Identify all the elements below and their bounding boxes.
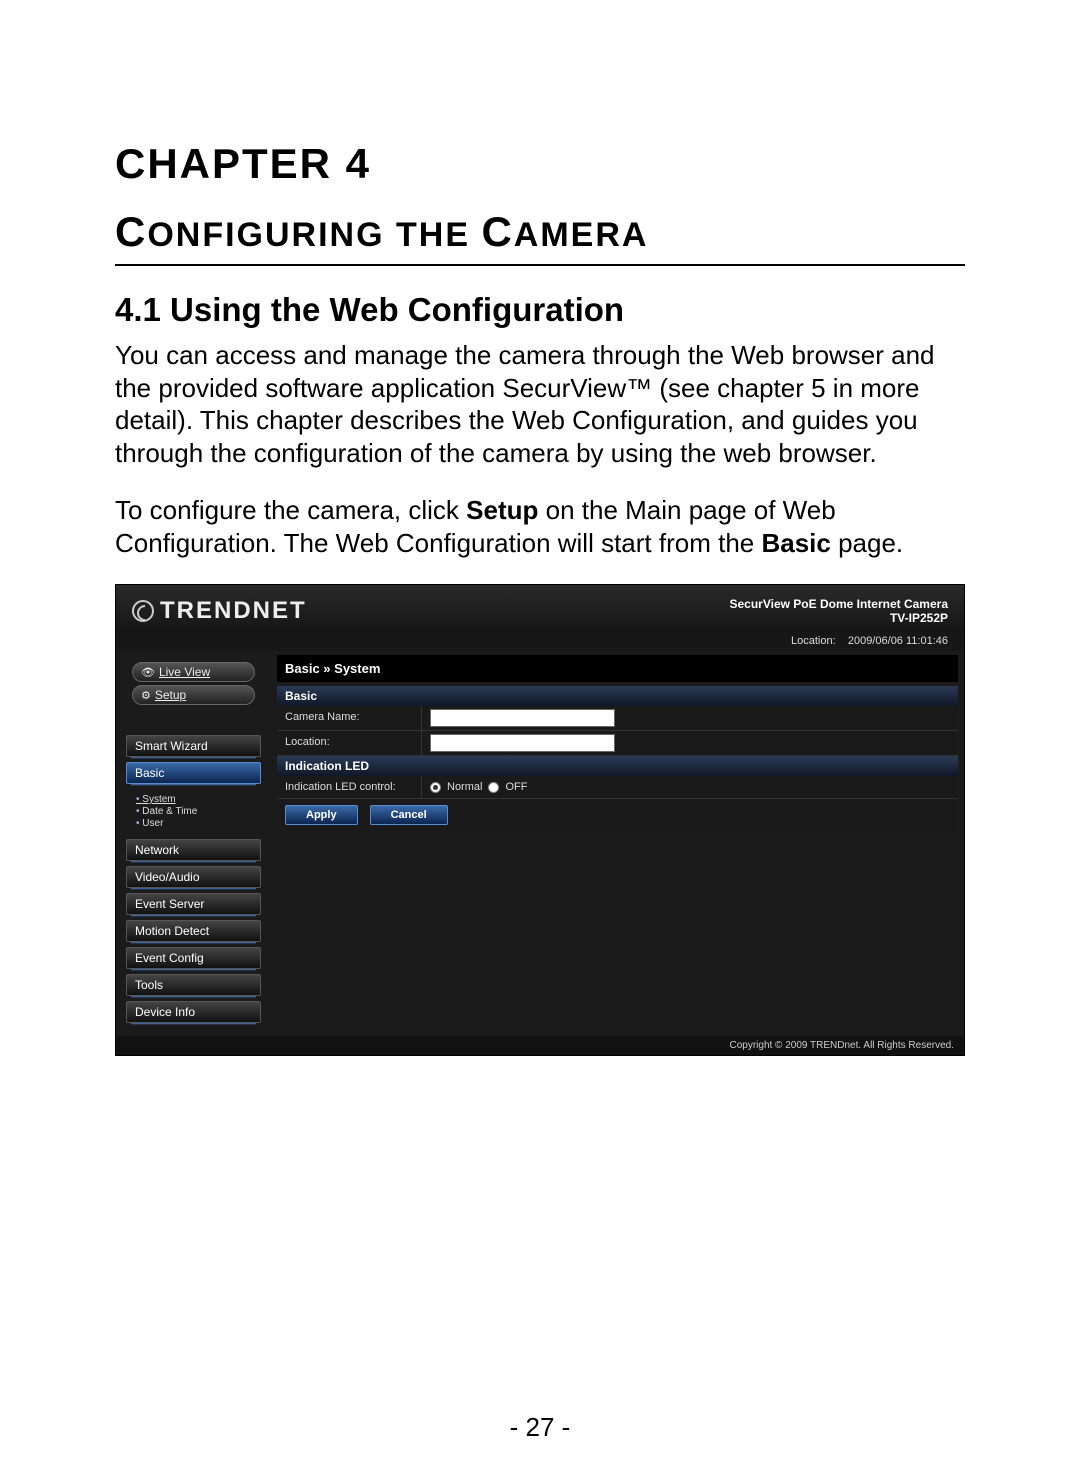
- led-control-label: Indication LED control:: [277, 776, 422, 798]
- location-field-label: Location:: [277, 731, 422, 755]
- location-label: Location:: [791, 635, 836, 647]
- led-off-radio[interactable]: [488, 782, 499, 793]
- brand-text: TRENDNET: [160, 597, 307, 625]
- setup-label: Setup: [155, 688, 186, 702]
- setup-button[interactable]: ⚙ Setup: [132, 685, 255, 705]
- header-bar: TRENDNET SecurView PoE Dome Internet Cam…: [116, 585, 964, 631]
- nav-basic[interactable]: Basic: [126, 762, 261, 784]
- title-frag: AMERA: [514, 216, 649, 254]
- button-row: Apply Cancel: [277, 799, 958, 831]
- nav-sub-user[interactable]: User: [136, 818, 265, 829]
- row-led-control: Indication LED control: Normal OFF: [277, 776, 958, 799]
- nav-basic-subitems: System Date & Time User: [122, 789, 265, 834]
- product-label: SecurView PoE Dome Internet Camera TV-IP…: [729, 597, 948, 625]
- title-frag: C: [115, 208, 147, 255]
- live-view-button[interactable]: 👁 Live View: [132, 662, 255, 682]
- cancel-button[interactable]: Cancel: [370, 805, 448, 825]
- copyright-text: Copyright © 2009 TRENDnet. All Rights Re…: [116, 1036, 964, 1055]
- ui-body: 👁 Live View ⚙ Setup Smart Wizard Basic S…: [116, 651, 964, 1036]
- led-off-label: OFF: [505, 781, 527, 793]
- paragraph-2: To configure the camera, click Setup on …: [115, 494, 965, 559]
- chapter-label: CHAPTER 4: [115, 140, 965, 188]
- gear-icon: ⚙: [141, 689, 151, 702]
- nav-sub-datetime[interactable]: Date & Time: [136, 806, 265, 817]
- breadcrumb: Basic » System: [277, 655, 958, 682]
- title-frag: C: [481, 208, 513, 255]
- text-frag-bold: Basic: [761, 528, 830, 558]
- camera-name-label: Camera Name:: [277, 706, 422, 730]
- nav-network[interactable]: Network: [126, 839, 261, 861]
- product-name: SecurView PoE Dome Internet Camera: [729, 597, 948, 611]
- location-bar: Location: 2009/06/06 11:01:46: [116, 631, 964, 651]
- nav-smart-wizard[interactable]: Smart Wizard: [126, 735, 261, 757]
- text-frag-bold: Setup: [466, 495, 538, 525]
- sidebar: 👁 Live View ⚙ Setup Smart Wizard Basic S…: [116, 651, 271, 1036]
- section-led-header: Indication LED: [277, 756, 958, 776]
- section-heading: 4.1 Using the Web Configuration: [115, 291, 965, 329]
- timestamp-text: 2009/06/06 11:01:46: [848, 635, 948, 647]
- nav-tools[interactable]: Tools: [126, 974, 261, 996]
- content-panel: Basic » System Basic Camera Name: Locati…: [271, 651, 964, 1036]
- led-normal-radio[interactable]: [430, 782, 441, 793]
- page-number: - 27 -: [0, 1412, 1080, 1443]
- nav-motion-detect[interactable]: Motion Detect: [126, 920, 261, 942]
- location-input[interactable]: [430, 734, 615, 752]
- paragraph-1: You can access and manage the camera thr…: [115, 339, 965, 469]
- nav-event-config[interactable]: Event Config: [126, 947, 261, 969]
- text-frag: page.: [831, 528, 903, 558]
- nav-sub-system[interactable]: System: [136, 794, 265, 805]
- apply-button[interactable]: Apply: [285, 805, 358, 825]
- eye-icon: 👁: [141, 666, 155, 679]
- row-camera-name: Camera Name:: [277, 706, 958, 731]
- section-basic-header: Basic: [277, 686, 958, 706]
- title-frag: ONFIGURING THE: [147, 216, 481, 254]
- nav-video-audio[interactable]: Video/Audio: [126, 866, 261, 888]
- led-normal-label: Normal: [447, 781, 482, 793]
- config-screenshot: TRENDNET SecurView PoE Dome Internet Cam…: [115, 584, 965, 1056]
- nav-device-info[interactable]: Device Info: [126, 1001, 261, 1023]
- trendnet-swirl-icon: [132, 600, 154, 622]
- text-frag: To configure the camera, click: [115, 495, 466, 525]
- camera-name-input[interactable]: [430, 709, 615, 727]
- brand-logo: TRENDNET: [132, 597, 307, 625]
- live-view-label: Live View: [159, 665, 210, 679]
- chapter-title: CONFIGURING THE CAMERA: [115, 208, 965, 266]
- row-location: Location:: [277, 731, 958, 756]
- product-model: TV-IP252P: [729, 611, 948, 625]
- nav-event-server[interactable]: Event Server: [126, 893, 261, 915]
